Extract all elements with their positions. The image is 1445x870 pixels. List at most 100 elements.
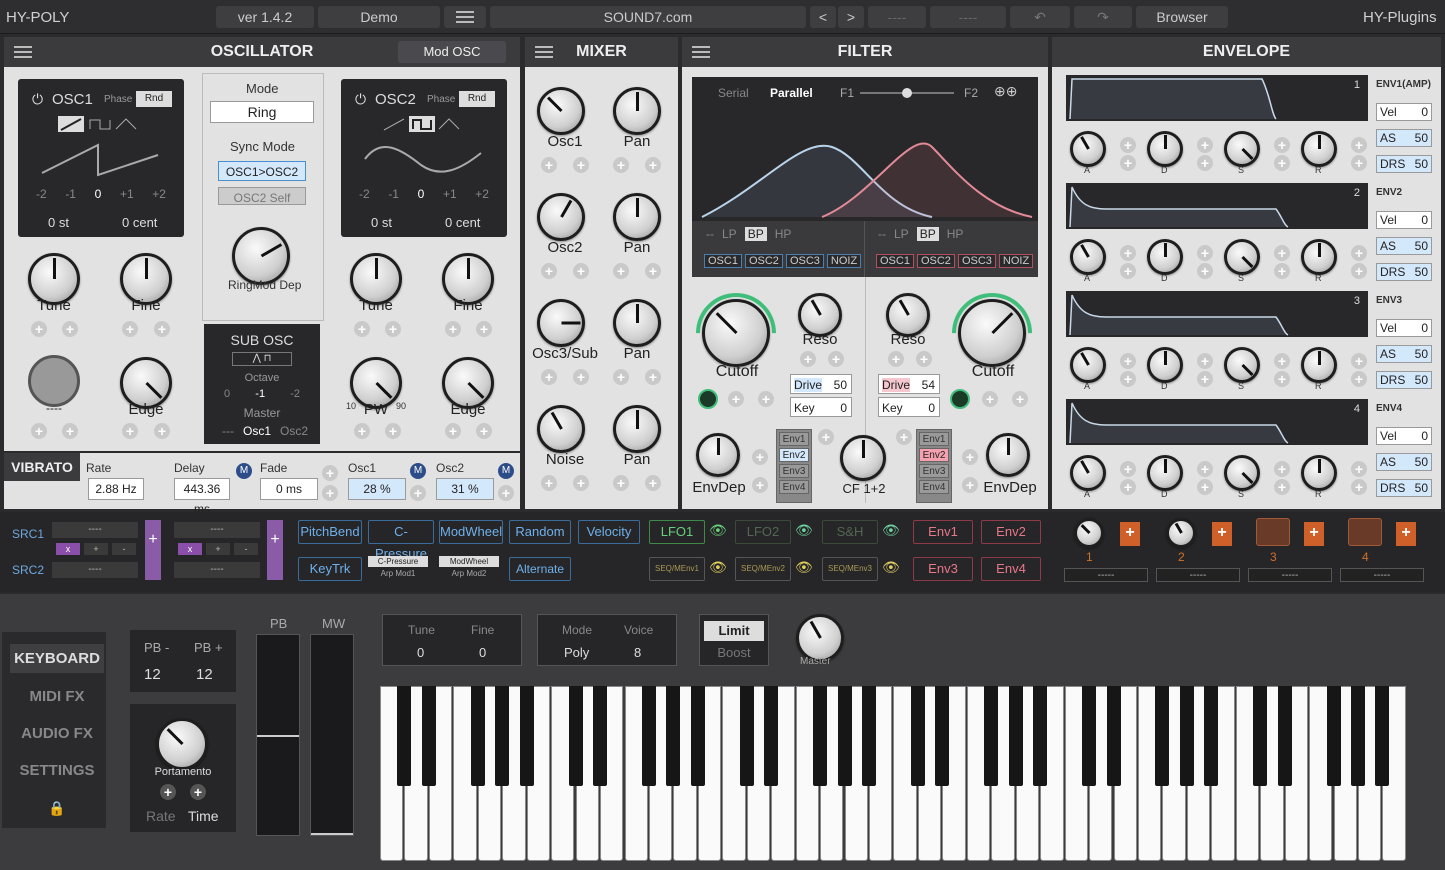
sync-osc1-osc2-button[interactable]: OSC1>OSC2	[218, 161, 306, 181]
mod-slot-target[interactable]: -----	[1064, 568, 1148, 582]
env-a-knob[interactable]	[1070, 455, 1106, 491]
mode-value[interactable]: Poly	[564, 645, 589, 660]
redo-icon[interactable]: ↷	[1074, 6, 1132, 28]
black-key[interactable]	[1179, 686, 1194, 786]
lfo-button[interactable]: S&H	[822, 520, 878, 544]
mod-add-icon[interactable]: +	[385, 321, 401, 337]
mod-add-icon[interactable]: +	[1274, 371, 1290, 387]
filter-source-button[interactable]: OSC3	[785, 254, 824, 268]
vibrato-rate-field[interactable]: 2.88 Hz	[88, 478, 144, 500]
filter1-type-selector[interactable]: -- LP BP HP	[706, 227, 799, 241]
mod-add-icon[interactable]: +	[1351, 155, 1367, 171]
mod-add-icon[interactable]: +	[758, 391, 774, 407]
mod-slot-add-button[interactable]: +	[1120, 522, 1140, 546]
env-a-knob[interactable]	[1070, 347, 1106, 383]
filter-source-button[interactable]: OSC2	[744, 254, 783, 268]
env-r-knob[interactable]	[1301, 131, 1337, 167]
mod-add-icon[interactable]: +	[541, 263, 557, 279]
mod-source-button[interactable]: ModWheel	[439, 556, 499, 567]
mod-add-icon[interactable]: +	[1197, 479, 1213, 495]
keyboard-tab[interactable]: KEYBOARD	[10, 644, 104, 673]
filter-type-option[interactable]: --	[878, 227, 886, 241]
undo-icon[interactable]: ↶	[1010, 6, 1070, 28]
osc2-octave-ticks[interactable]: -2 -1 0 +1 +2	[359, 187, 489, 201]
filter-source-button[interactable]: OSC1	[876, 254, 914, 268]
black-key[interactable]	[910, 686, 925, 786]
black-key[interactable]	[813, 686, 828, 786]
src-operator-button[interactable]: -	[234, 543, 258, 555]
filter-type-option[interactable]: HP	[947, 227, 964, 241]
env-r-knob[interactable]	[1301, 347, 1337, 383]
mod-add-icon[interactable]: +	[752, 449, 768, 465]
mixer-0-level-knob[interactable]	[537, 87, 585, 135]
voice-value[interactable]: 8	[634, 645, 641, 660]
sub-master-values[interactable]: --- Osc1 Osc2	[222, 424, 308, 438]
black-key[interactable]	[470, 686, 485, 786]
env-as-field[interactable]: AS 50	[1376, 237, 1432, 255]
black-key[interactable]	[690, 686, 705, 786]
mod-add-icon[interactable]: +	[1351, 353, 1367, 369]
mod-add-icon[interactable]: +	[752, 477, 768, 493]
black-key[interactable]	[495, 686, 510, 786]
env-vel-field[interactable]: Vel 0	[1376, 103, 1432, 121]
fine-value[interactable]: 0	[479, 645, 486, 660]
mod-add-icon[interactable]: +	[160, 784, 176, 800]
mod-slot-add-button[interactable]: +	[1304, 522, 1324, 546]
mod-add-icon[interactable]: +	[476, 423, 492, 439]
keytrk-button[interactable]: KeyTrk	[298, 557, 362, 581]
mod-add-icon[interactable]: +	[1274, 353, 1290, 369]
env-mod-button[interactable]: Env2	[981, 520, 1041, 544]
eye-icon[interactable]: 👁	[795, 522, 813, 539]
env-select-option[interactable]: Env1	[779, 432, 809, 446]
env-select-option[interactable]: Env3	[779, 464, 809, 478]
cf-knob[interactable]	[840, 435, 886, 481]
mod-slot-add-button[interactable]: +	[1212, 522, 1232, 546]
pb-minus-value[interactable]: 12	[144, 666, 161, 683]
mod-add-icon[interactable]: +	[962, 477, 978, 493]
src-operator-button[interactable]: +	[84, 543, 108, 555]
env-mod-button[interactable]: Env3	[913, 557, 973, 581]
env-vel-field[interactable]: Vel 0	[1376, 211, 1432, 229]
filter-menu-icon[interactable]	[692, 46, 710, 58]
black-key[interactable]	[1082, 686, 1096, 786]
black-key[interactable]	[519, 686, 534, 786]
eye-icon[interactable]: 👁	[795, 559, 813, 576]
audio-fx-tab[interactable]: AUDIO FX	[10, 725, 104, 742]
mod-add-icon[interactable]: +	[1120, 479, 1136, 495]
porta-rate-toggle[interactable]: Rate	[146, 808, 176, 824]
osc1-waveform-selector[interactable]	[58, 115, 148, 133]
mod-source-button[interactable]: Velocity	[578, 520, 640, 544]
mod-add-icon[interactable]: +	[1197, 155, 1213, 171]
mod-wheel[interactable]	[310, 634, 354, 836]
preset-menu-icon[interactable]	[444, 6, 486, 28]
mod-add-icon[interactable]: +	[31, 423, 47, 439]
mod-add-icon[interactable]: +	[1120, 245, 1136, 261]
limit-button[interactable]: Limit	[704, 621, 764, 641]
black-key[interactable]	[1351, 686, 1365, 786]
browser-button[interactable]: Browser	[1136, 6, 1228, 28]
mod-add-icon[interactable]: +	[154, 321, 170, 337]
mod-add-icon[interactable]: +	[385, 423, 401, 439]
filter-source-button[interactable]: OSC1	[704, 254, 742, 268]
mod-add-icon[interactable]: +	[1274, 245, 1290, 261]
filter2-source-buttons[interactable]: OSC1 OSC2 OSC3 NOIZ	[876, 251, 1036, 269]
mod-add-icon[interactable]: +	[122, 423, 138, 439]
black-key[interactable]	[984, 686, 999, 786]
mod-add-icon[interactable]: +	[1351, 479, 1367, 495]
filter-type-option[interactable]: BP	[744, 227, 767, 241]
mod-add-icon[interactable]: +	[982, 391, 998, 407]
envdep-link-icon[interactable]	[950, 389, 970, 409]
env-as-field[interactable]: AS 50	[1376, 129, 1432, 147]
mod-add-icon[interactable]: +	[62, 321, 78, 337]
mod-add-icon[interactable]: +	[1120, 137, 1136, 153]
mod-add-icon[interactable]: +	[31, 321, 47, 337]
osc2-cent[interactable]: 0 cent	[445, 215, 480, 230]
env-vel-field[interactable]: Vel 0	[1376, 427, 1432, 445]
mod-add-icon[interactable]: +	[410, 485, 426, 501]
black-key[interactable]	[593, 686, 607, 786]
filter-source-button[interactable]: OSC3	[957, 254, 996, 268]
envelope-graph[interactable]: 3	[1066, 291, 1368, 337]
osc1-semitone[interactable]: 0 st	[48, 215, 69, 230]
slot1[interactable]: ----	[868, 6, 926, 28]
osc2-semitone[interactable]: 0 st	[371, 215, 392, 230]
